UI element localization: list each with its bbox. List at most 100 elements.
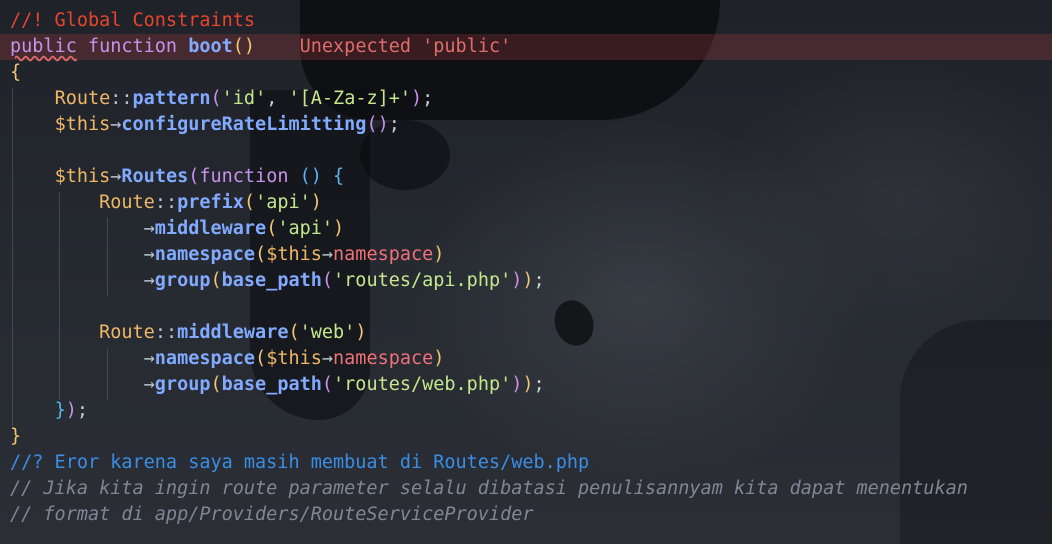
code-line[interactable]: →group(base_path('routes/web.php')); xyxy=(0,372,1052,398)
paren: ) xyxy=(433,348,445,369)
paren: ) xyxy=(511,374,523,395)
inline-error-message: Unexpected 'public' xyxy=(299,36,512,57)
operator: :: xyxy=(154,322,178,343)
parens: () xyxy=(232,36,256,57)
code-line[interactable]: //? Eror karena saya masih membuat di Ro… xyxy=(0,450,1052,476)
variable: $this xyxy=(54,114,111,135)
variable: $this xyxy=(266,244,322,265)
paren: ) xyxy=(433,244,445,265)
function-name: base_path xyxy=(221,374,322,395)
string-arg: '[A-Za-z]+' xyxy=(288,88,412,109)
paren: ) xyxy=(522,374,534,395)
code-line[interactable]: // Jika kita ingin route parameter selal… xyxy=(0,476,1052,502)
method-name: prefix xyxy=(177,192,244,213)
brace: } xyxy=(10,426,22,447)
method-name: pattern xyxy=(132,88,211,109)
class-name: Route xyxy=(99,322,155,343)
brace: } xyxy=(54,400,66,421)
parens: () xyxy=(299,166,322,187)
code-line[interactable]: →namespace($this→namespace) xyxy=(0,346,1052,372)
arrow-operator: → xyxy=(143,270,155,291)
arrow-operator: → xyxy=(143,218,155,239)
code-line[interactable]: // format di app/Providers/RouteServiceP… xyxy=(0,502,1052,528)
code-line[interactable]: public function boot() Unexpected 'publi… xyxy=(0,34,1052,60)
paren: ( xyxy=(210,270,222,291)
class-name: Route xyxy=(54,88,111,109)
paren: ) xyxy=(355,322,367,343)
paren: ) xyxy=(333,218,345,239)
code-line[interactable]: →middleware('api') xyxy=(0,216,1052,242)
code-line[interactable]: $this→configureRateLimitting(); xyxy=(0,112,1052,138)
arrow-operator: → xyxy=(321,244,334,265)
paren: ) xyxy=(411,88,423,109)
arrow-operator: → xyxy=(143,374,155,395)
paren: ( xyxy=(321,374,334,395)
method-name: middleware xyxy=(154,218,267,239)
string-arg: 'id' xyxy=(221,88,267,109)
code-line[interactable]: } xyxy=(0,424,1052,450)
code-line[interactable]: //! Global Constraints xyxy=(0,8,1052,34)
method-name: configureRateLimitting xyxy=(121,114,367,135)
paren: ) xyxy=(65,400,77,421)
code-line[interactable]: →namespace($this→namespace) xyxy=(0,242,1052,268)
paren: ( xyxy=(188,166,200,187)
variable: $this xyxy=(266,348,322,369)
string-arg: 'routes/api.php' xyxy=(333,270,512,291)
semicolon: ; xyxy=(388,114,400,135)
semicolon: ; xyxy=(76,400,88,421)
comment: // Jika kita ingin route parameter selal… xyxy=(10,478,968,499)
semicolon: ; xyxy=(422,88,434,109)
function-name: boot xyxy=(188,36,233,57)
code-line[interactable]: →group(base_path('routes/api.php')); xyxy=(0,268,1052,294)
string-arg: 'web' xyxy=(299,322,356,343)
method-name: namespace xyxy=(154,244,256,265)
operator: :: xyxy=(110,88,133,109)
code-line[interactable]: }); xyxy=(0,398,1052,424)
keyword: public xyxy=(10,36,77,57)
alert-comment: //! Global Constraints xyxy=(10,10,256,31)
code-line[interactable]: Route::pattern('id', '[A-Za-z]+'); xyxy=(0,86,1052,112)
method-name: Routes xyxy=(121,166,189,187)
paren: ( xyxy=(321,270,334,291)
arrow-operator: → xyxy=(143,244,155,265)
code-line[interactable] xyxy=(0,294,1052,320)
paren: ( xyxy=(288,322,300,343)
property-name: namespace xyxy=(333,348,434,369)
method-name: middleware xyxy=(177,322,289,343)
class-name: Route xyxy=(99,192,155,213)
paren: () xyxy=(366,114,389,135)
code-line[interactable]: $this→Routes(function () { xyxy=(0,164,1052,190)
arrow-operator: → xyxy=(321,348,334,369)
paren: ) xyxy=(522,270,534,291)
paren: ) xyxy=(511,270,523,291)
code-line[interactable]: Route::prefix('api') xyxy=(0,190,1052,216)
arrow-operator: → xyxy=(110,166,122,187)
paren: ( xyxy=(210,374,222,395)
comma: , xyxy=(266,88,289,109)
string-arg: 'routes/web.php' xyxy=(333,374,512,395)
comment: // format di app/Providers/RouteServiceP… xyxy=(10,504,534,525)
brace: { xyxy=(10,62,22,83)
paren: ) xyxy=(310,192,322,213)
code-line[interactable] xyxy=(0,138,1052,164)
code-line[interactable]: Route::middleware('web') xyxy=(0,320,1052,346)
paren: ( xyxy=(210,88,222,109)
paren: ( xyxy=(243,192,256,213)
code-line[interactable]: { xyxy=(0,60,1052,86)
code-editor[interactable]: //! Global Constraints public function bo… xyxy=(0,0,1052,544)
property-name: namespace xyxy=(333,244,434,265)
